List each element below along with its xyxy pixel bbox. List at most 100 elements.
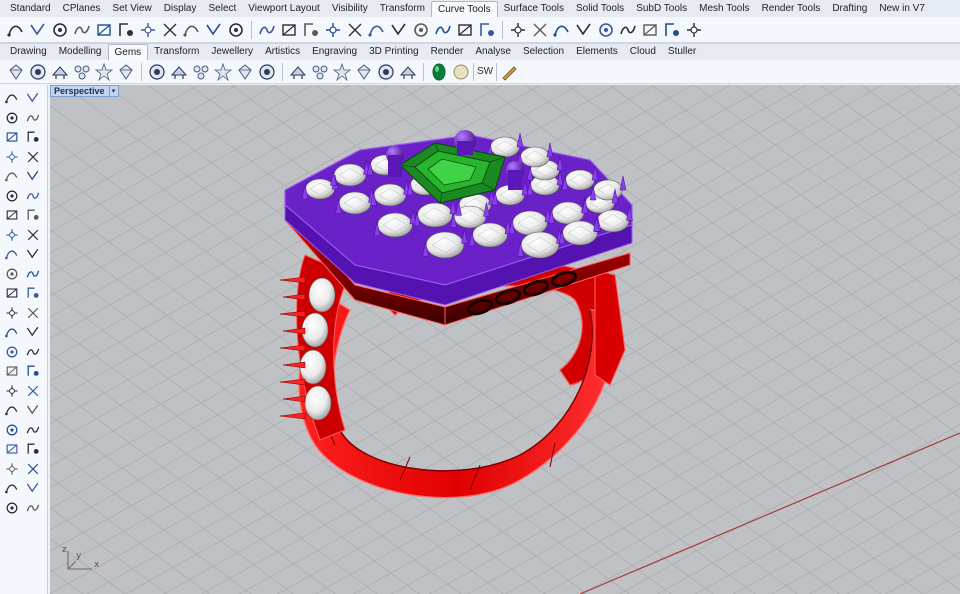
tab-solid-tools[interactable]: Solid Tools	[570, 1, 630, 17]
tab-set-view[interactable]: Set View	[106, 1, 157, 17]
gem-array-icon[interactable]	[50, 62, 70, 82]
offset-icon[interactable]	[3, 227, 20, 243]
blend-icon[interactable]	[72, 20, 92, 40]
spline-icon[interactable]	[24, 188, 41, 204]
move-icon[interactable]	[24, 285, 41, 301]
chamfer-icon[interactable]	[24, 207, 41, 223]
tab-display[interactable]: Display	[158, 1, 203, 17]
tab-surface-tools[interactable]: Surface Tools	[498, 1, 570, 17]
gem-icon[interactable]	[6, 62, 26, 82]
tab-mesh-tools[interactable]: Mesh Tools	[693, 1, 755, 17]
loft-icon[interactable]	[24, 402, 41, 418]
select-icon[interactable]	[3, 90, 20, 106]
curve-icon[interactable]	[6, 20, 26, 40]
channel-icon[interactable]	[235, 62, 255, 82]
copy-icon[interactable]	[3, 305, 20, 321]
trim-icon[interactable]	[433, 20, 453, 40]
circle-icon[interactable]	[24, 149, 41, 165]
pipe-icon[interactable]	[24, 383, 41, 399]
wave-icon[interactable]	[138, 20, 158, 40]
viewport-title-tab[interactable]: Perspective ▾	[50, 85, 119, 97]
rotate-icon[interactable]	[3, 285, 20, 301]
gem-map-icon[interactable]	[94, 62, 114, 82]
bezel-icon[interactable]	[213, 62, 233, 82]
tab-3d-printing[interactable]: 3D Printing	[363, 44, 424, 60]
explode-icon[interactable]	[24, 266, 41, 282]
gem-flow-icon[interactable]	[72, 62, 92, 82]
sweep-icon[interactable]	[24, 422, 41, 438]
cap-icon[interactable]	[3, 461, 20, 477]
point-icon[interactable]	[455, 20, 475, 40]
ring-model[interactable]	[279, 130, 633, 499]
halo-icon[interactable]	[310, 62, 330, 82]
polygon-icon[interactable]	[3, 149, 20, 165]
curve-point-icon[interactable]	[3, 110, 20, 126]
insert-knot-icon[interactable]	[530, 20, 550, 40]
fillet-icon[interactable]	[94, 20, 114, 40]
points-icon[interactable]	[24, 90, 41, 106]
extend-icon[interactable]	[24, 227, 41, 243]
simplify-icon[interactable]	[345, 20, 365, 40]
seat-icon[interactable]	[354, 62, 374, 82]
offset-icon[interactable]	[160, 20, 180, 40]
tab-modelling[interactable]: Modelling	[53, 44, 108, 60]
tab-gems[interactable]: Gems	[107, 44, 149, 60]
arc-icon[interactable]	[3, 129, 20, 145]
viewport-canvas[interactable]	[50, 85, 960, 594]
prong-icon[interactable]	[191, 62, 211, 82]
line-icon[interactable]	[24, 110, 41, 126]
handle-icon[interactable]	[618, 20, 638, 40]
tab-render-tools[interactable]: Render Tools	[756, 1, 827, 17]
tab-cplanes[interactable]: CPlanes	[57, 1, 107, 17]
tab-transform[interactable]: Transform	[148, 44, 205, 60]
project-icon[interactable]	[367, 20, 387, 40]
twist-icon[interactable]	[662, 20, 682, 40]
ellipse-icon[interactable]	[3, 168, 20, 184]
curve-icon[interactable]	[24, 168, 41, 184]
explode-icon[interactable]	[226, 20, 246, 40]
tab-visibility[interactable]: Visibility	[326, 1, 374, 17]
join-icon[interactable]	[3, 266, 20, 282]
tab-analyse[interactable]: Analyse	[469, 44, 517, 60]
shell-icon[interactable]	[24, 441, 41, 457]
tab-render[interactable]: Render	[425, 44, 470, 60]
boolean-icon[interactable]	[3, 441, 20, 457]
sphere-icon[interactable]	[24, 344, 41, 360]
dimension-icon[interactable]	[24, 461, 41, 477]
connect-icon[interactable]	[116, 20, 136, 40]
sw-button[interactable]: SW	[473, 62, 498, 81]
dec-icon[interactable]	[301, 20, 321, 40]
gem-settings-icon[interactable]	[116, 62, 136, 82]
arc-icon[interactable]	[28, 20, 48, 40]
box-icon[interactable]	[3, 344, 20, 360]
tab-new-in-v7[interactable]: New in V7	[873, 1, 931, 17]
fair-icon[interactable]	[323, 20, 343, 40]
split-icon[interactable]	[411, 20, 431, 40]
hatch-icon[interactable]	[24, 480, 41, 496]
tab-artistics[interactable]: Artistics	[259, 44, 306, 60]
freeform-icon[interactable]	[3, 188, 20, 204]
tab-drawing[interactable]: Drawing	[4, 44, 53, 60]
torus-icon[interactable]	[3, 383, 20, 399]
text-icon[interactable]	[3, 480, 20, 496]
extrude-icon[interactable]	[3, 402, 20, 418]
tee-icon[interactable]	[50, 20, 70, 40]
cage-icon[interactable]	[640, 20, 660, 40]
fit-icon[interactable]	[279, 20, 299, 40]
trim-icon[interactable]	[24, 246, 41, 262]
mirror-icon[interactable]	[3, 324, 20, 340]
analyze-icon[interactable]	[684, 20, 704, 40]
tab-elements[interactable]: Elements	[570, 44, 624, 60]
tab-select[interactable]: Select	[203, 1, 243, 17]
viewport-menu-arrow-icon[interactable]: ▾	[108, 86, 118, 96]
revolve-icon[interactable]	[3, 422, 20, 438]
layer-icon[interactable]	[3, 500, 20, 516]
extend-icon[interactable]	[182, 20, 202, 40]
remove-knot-icon[interactable]	[552, 20, 572, 40]
cylinder-icon[interactable]	[3, 363, 20, 379]
bead-icon[interactable]	[376, 62, 396, 82]
rectangle-icon[interactable]	[24, 129, 41, 145]
perspective-viewport[interactable]	[50, 85, 960, 594]
gem-cut-icon[interactable]	[28, 62, 48, 82]
pearl-icon[interactable]	[398, 62, 418, 82]
